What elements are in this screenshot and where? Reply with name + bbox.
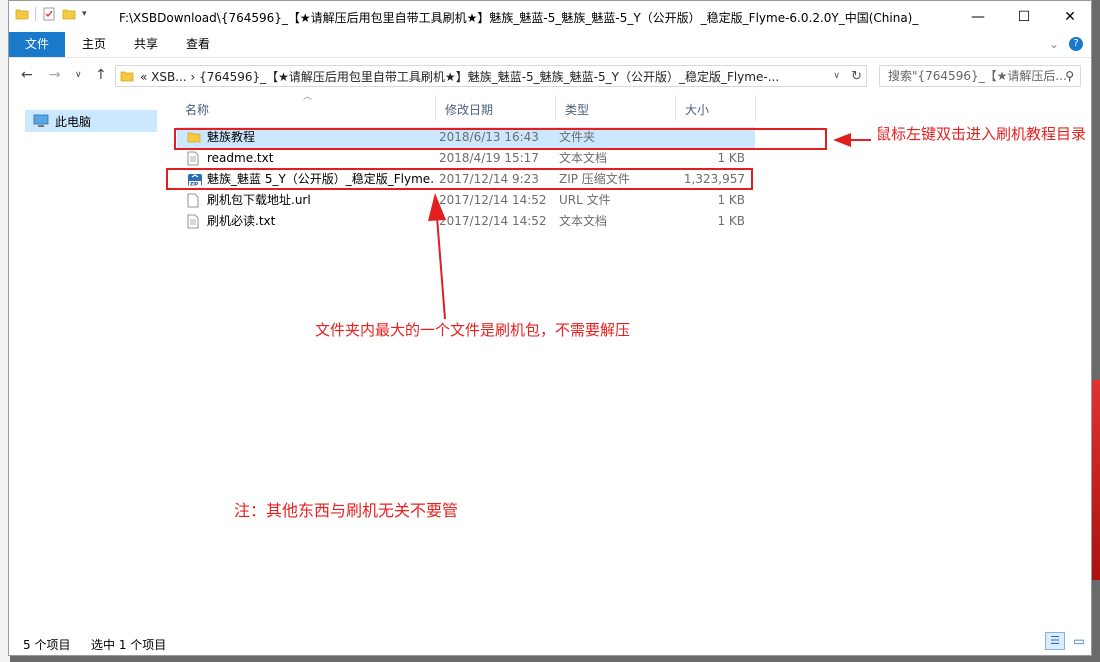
- arrow-to-folder: [833, 133, 871, 147]
- file-explorer-window: ▾ F:\XSBDownload\{764596}_【★请解压后用包里自带工具刷…: [8, 0, 1092, 656]
- annotation-zip-hint: 文件夹内最大的一个文件是刷机包，不需要解压: [315, 321, 631, 339]
- annotation-note: 注：其他东西与刷机无关不要管: [234, 501, 459, 520]
- arrow-to-zip: [428, 193, 446, 320]
- annotation-folder-hint: 鼠标左键双击进入刷机教程目录: [876, 125, 1087, 143]
